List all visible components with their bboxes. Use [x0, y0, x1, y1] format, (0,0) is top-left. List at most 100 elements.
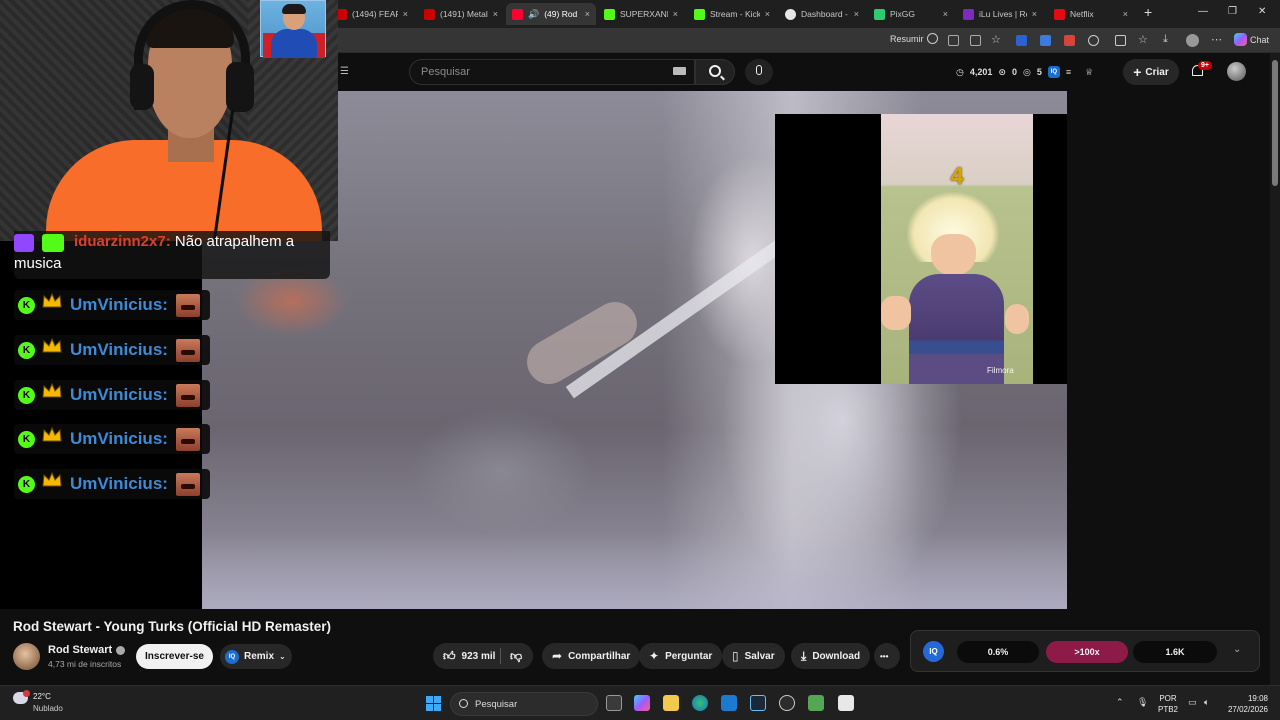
- scrollbar-thumb[interactable]: [1272, 60, 1278, 186]
- tab-close-icon[interactable]: ×: [585, 9, 590, 19]
- account-avatar[interactable]: [1227, 62, 1246, 81]
- plus-icon: +: [1133, 64, 1142, 80]
- maximize-button[interactable]: ❐: [1228, 6, 1237, 17]
- task-view-icon[interactable]: [606, 695, 622, 711]
- voice-search-button[interactable]: [745, 59, 773, 85]
- chat-message: iduarzinn2x7: Não atrapalhem a musica: [14, 231, 330, 279]
- download-icon[interactable]: ⤓: [1163, 33, 1168, 46]
- dislike-button[interactable]: 👎︎: [502, 643, 533, 669]
- browser-tab[interactable]: Stream - Kick I ×: [688, 3, 776, 25]
- ask-button[interactable]: ✦ Perguntar: [639, 643, 723, 669]
- tab-close-icon[interactable]: ×: [403, 9, 408, 19]
- create-button[interactable]: + Criar: [1123, 59, 1179, 85]
- menu-icon[interactable]: ☰: [340, 66, 349, 77]
- browser-tab[interactable]: iLu Lives | Rea ×: [957, 3, 1043, 25]
- remix-button[interactable]: IQ Remix ⌄: [220, 644, 292, 669]
- search-input[interactable]: Pesquisar: [409, 59, 695, 85]
- summarize-button[interactable]: Resumir: [890, 33, 938, 44]
- pixgg-favicon-icon: [874, 8, 885, 20]
- iq-icon[interactable]: IQ: [1047, 66, 1060, 78]
- trophy-icon[interactable]: ♕: [1085, 67, 1093, 78]
- tab-close-icon[interactable]: ×: [854, 9, 859, 19]
- overlay-black-panel: [1033, 114, 1067, 384]
- download-button[interactable]: ⤓ Download: [791, 643, 871, 669]
- browser-tab[interactable]: (1491) Metal I ×: [418, 3, 504, 25]
- tab-close-icon[interactable]: ×: [673, 9, 678, 19]
- anime-face: [931, 234, 976, 276]
- profile-avatar[interactable]: [1186, 34, 1199, 47]
- copilot-icon[interactable]: [634, 695, 650, 711]
- windows-start-icon[interactable]: [426, 696, 441, 711]
- chat-message: K UmVinicius:: [14, 335, 210, 365]
- keyboard-language[interactable]: POR PTB2: [1158, 693, 1178, 715]
- microphone-tray-icon[interactable]: 🎙︎: [1137, 697, 1148, 708]
- keyboard-icon[interactable]: [673, 67, 686, 75]
- browser-tab-active[interactable]: 🔊 (49) Rod S ×: [506, 3, 596, 25]
- more-actions-button[interactable]: •••: [874, 643, 900, 669]
- tab-close-icon[interactable]: ×: [493, 9, 498, 19]
- crown-icon: [42, 337, 62, 354]
- chat-username: UmVinicius:: [70, 429, 168, 448]
- more-menu-icon[interactable]: ⋯: [1211, 33, 1222, 46]
- grid-icon[interactable]: [948, 35, 959, 46]
- audio-playing-icon[interactable]: 🔊: [528, 9, 539, 20]
- photos-icon[interactable]: [721, 695, 737, 711]
- search-button[interactable]: [695, 59, 735, 85]
- taskbar-search-input[interactable]: Pesquisar: [450, 692, 598, 716]
- tab-close-icon[interactable]: ×: [1032, 9, 1037, 19]
- kick-favicon-icon: [604, 8, 615, 20]
- weather-temperature[interactable]: 22°C: [33, 692, 51, 701]
- file-explorer-icon[interactable]: [663, 695, 679, 711]
- browser-tab[interactable]: (1494) FEAR Th ×: [330, 3, 414, 25]
- volume-icon[interactable]: 🔈︎: [1204, 697, 1209, 708]
- tab-close-icon[interactable]: ×: [765, 9, 770, 19]
- notion-icon[interactable]: [838, 695, 854, 711]
- bookmark-icon: ▯: [732, 649, 739, 663]
- extension-icon[interactable]: [1064, 35, 1075, 46]
- minimize-button[interactable]: —: [1198, 6, 1208, 17]
- channel-avatar[interactable]: [13, 643, 40, 670]
- emote-icon: [176, 428, 200, 451]
- iq-logo[interactable]: IQ: [923, 641, 944, 662]
- edge-icon[interactable]: [692, 695, 708, 711]
- chevron-down-icon[interactable]: ⌄: [1233, 644, 1241, 655]
- obs-icon[interactable]: [779, 695, 795, 711]
- subscribe-button[interactable]: Inscrever-se: [136, 644, 213, 669]
- chat-text: Não atrapalhem a: [174, 233, 295, 250]
- bitwarden-icon[interactable]: [1016, 35, 1027, 46]
- browser-tab[interactable]: Netflix ×: [1048, 3, 1134, 25]
- netflix-favicon-icon: [1054, 8, 1065, 20]
- share-button[interactable]: ➦ Compartilhar: [542, 643, 641, 669]
- copilot-chat-button[interactable]: Chat: [1234, 33, 1269, 46]
- verified-icon: [116, 645, 126, 655]
- kick-badge-icon: [42, 234, 64, 252]
- favorites-icon[interactable]: ☆: [1138, 33, 1148, 46]
- channel-name-link[interactable]: Rod Stewart: [48, 644, 126, 656]
- close-window-button[interactable]: ✕: [1258, 6, 1266, 17]
- app-icon[interactable]: [808, 695, 824, 711]
- system-clock[interactable]: 19:08 27/02/2026: [1224, 693, 1268, 715]
- extensions-puzzle-icon[interactable]: [1088, 35, 1099, 46]
- browser-tab[interactable]: PixGG ×: [868, 3, 954, 25]
- new-tab-button[interactable]: +: [1144, 4, 1152, 20]
- dashboard-favicon-icon: [785, 8, 796, 20]
- weather-description[interactable]: Nublado: [33, 704, 63, 713]
- list-icon[interactable]: ≡: [1066, 67, 1071, 77]
- chevron-up-icon[interactable]: ⌃: [1116, 697, 1124, 708]
- read-mode-icon[interactable]: [970, 35, 981, 46]
- copilot-icon: [1234, 33, 1247, 46]
- translate-icon[interactable]: [1040, 35, 1051, 46]
- thumbs-down-icon: 👎︎: [510, 648, 523, 663]
- save-button[interactable]: ▯ Salvar: [722, 643, 785, 669]
- steam-icon[interactable]: [750, 695, 766, 711]
- star-icon[interactable]: ☆: [991, 33, 1001, 46]
- browser-tab[interactable]: Dashboard - L ×: [779, 3, 865, 25]
- network-icon[interactable]: ▭: [1188, 697, 1197, 708]
- tab-close-icon[interactable]: ×: [943, 9, 948, 19]
- subscriber-count: 4,73 mi de inscritos: [48, 659, 122, 669]
- tab-close-icon[interactable]: ×: [1123, 9, 1128, 19]
- browser-tab[interactable]: SUPERXANDAI ×: [598, 3, 684, 25]
- sliders-icon[interactable]: [1115, 35, 1126, 46]
- eye-icon: ⊙: [998, 66, 1006, 77]
- chat-username: UmVinicius:: [70, 385, 168, 404]
